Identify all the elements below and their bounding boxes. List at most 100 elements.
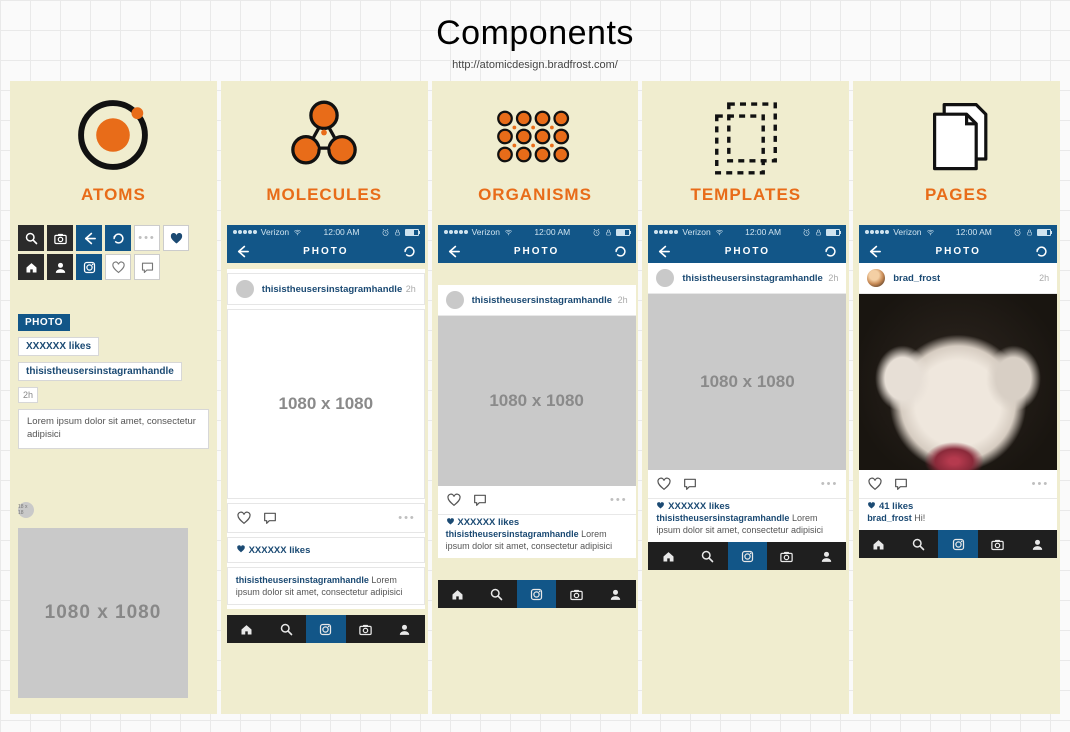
heart-outline-icon[interactable] <box>105 254 131 280</box>
camera-icon[interactable] <box>47 225 73 251</box>
tab-activity[interactable] <box>346 615 386 643</box>
tab-camera[interactable] <box>728 542 768 570</box>
tab-profile[interactable] <box>596 580 636 608</box>
back-icon[interactable] <box>446 244 461 259</box>
post-image-placeholder: 1080 x 1080 <box>648 294 846 470</box>
back-icon[interactable] <box>867 244 882 259</box>
refresh-icon[interactable] <box>402 244 417 259</box>
comment-icon[interactable] <box>472 492 488 508</box>
post-header: brad_frost 2h <box>859 263 1057 294</box>
instagram-icon[interactable] <box>76 254 102 280</box>
phone-mock-molecules: Verizon 12:00 AM PHOTO thisistheusersins… <box>227 225 425 643</box>
battery-icon <box>616 229 630 236</box>
column-title: ORGANISMS <box>478 185 592 205</box>
post-likes[interactable]: XXXXXX likes <box>457 517 519 528</box>
post-username[interactable]: brad_frost <box>893 273 1039 284</box>
tab-search[interactable] <box>266 615 306 643</box>
organisms-icon <box>490 95 580 175</box>
lock-icon <box>604 228 613 237</box>
refresh-icon[interactable] <box>105 225 131 251</box>
more-icon[interactable]: ••• <box>821 478 839 490</box>
user-avatar[interactable] <box>867 269 885 287</box>
post-username[interactable]: thisistheusersinstagramhandle <box>682 273 828 284</box>
like-icon[interactable] <box>236 510 252 526</box>
home-icon[interactable] <box>18 254 44 280</box>
clock-label: 12:00 AM <box>956 227 992 237</box>
like-icon[interactable] <box>867 476 883 492</box>
tab-home[interactable] <box>859 530 899 558</box>
nav-bar: PHOTO <box>438 239 636 263</box>
post-image-placeholder: 1080 x 1080 <box>227 309 425 499</box>
like-icon[interactable] <box>446 492 462 508</box>
tab-profile[interactable] <box>807 542 847 570</box>
post-username[interactable]: thisistheusersinstagramhandle <box>472 295 618 306</box>
more-icon[interactable]: ••• <box>398 512 416 524</box>
tab-activity[interactable] <box>767 542 807 570</box>
back-icon[interactable] <box>235 244 250 259</box>
post-meta: 41 likes brad_frost Hi! <box>859 499 1057 530</box>
tab-camera[interactable] <box>306 615 346 643</box>
clock-label: 12:00 AM <box>745 227 781 237</box>
caption-user[interactable]: thisistheusersinstagramhandle <box>236 575 369 585</box>
user-icon[interactable] <box>47 254 73 280</box>
tab-activity[interactable] <box>978 530 1018 558</box>
caption-user[interactable]: thisistheusersinstagramhandle <box>656 513 789 523</box>
battery-icon <box>405 229 419 236</box>
tab-home[interactable] <box>648 542 688 570</box>
tab-activity[interactable] <box>556 580 596 608</box>
search-icon[interactable] <box>18 225 44 251</box>
tab-search[interactable] <box>688 542 728 570</box>
more-icon[interactable]: ••• <box>610 494 628 506</box>
avatar-placeholder <box>656 269 674 287</box>
comment-icon[interactable] <box>893 476 909 492</box>
refresh-icon[interactable] <box>823 244 838 259</box>
more-icon[interactable]: ••• <box>134 225 160 251</box>
lock-icon <box>814 228 823 237</box>
tab-home[interactable] <box>438 580 478 608</box>
clock-label: 12:00 AM <box>324 227 360 237</box>
comment-user[interactable]: brad_frost <box>867 513 912 523</box>
tab-profile[interactable] <box>1018 530 1058 558</box>
tab-profile[interactable] <box>385 615 425 643</box>
status-bar: Verizon 12:00 AM <box>648 225 846 239</box>
phone-mock-templates: Verizon 12:00 AM PHOTO thisistheusersins… <box>648 225 846 570</box>
post-image[interactable] <box>859 294 1057 470</box>
column-title: PAGES <box>925 185 988 205</box>
heart-fill-icon <box>446 517 455 526</box>
tab-home[interactable] <box>227 615 267 643</box>
post-username[interactable]: thisistheusersinstagramhandle <box>262 284 406 295</box>
comment-icon[interactable] <box>682 476 698 492</box>
avatar-placeholder <box>236 280 254 298</box>
post-likes[interactable]: 41 likes <box>879 501 913 512</box>
tab-camera[interactable] <box>938 530 978 558</box>
tab-bar <box>648 542 846 570</box>
comment-icon[interactable] <box>262 510 278 526</box>
tab-bar <box>438 580 636 608</box>
carrier-label: Verizon <box>682 227 710 237</box>
column-title: ATOMS <box>81 185 146 205</box>
alarm-icon <box>381 228 390 237</box>
caption-user[interactable]: thisistheusersinstagramhandle <box>446 529 579 539</box>
like-icon[interactable] <box>656 476 672 492</box>
alarm-icon <box>1013 228 1022 237</box>
column-templates: TEMPLATES Verizon 12:00 AM PHOTO thisist… <box>642 81 849 714</box>
like-filled-icon[interactable] <box>163 225 189 251</box>
back-icon[interactable] <box>656 244 671 259</box>
tab-camera[interactable] <box>517 580 557 608</box>
templates-icon <box>703 95 789 175</box>
back-icon[interactable] <box>76 225 102 251</box>
comment-icon[interactable] <box>134 254 160 280</box>
post-likes[interactable]: XXXXXX likes <box>668 501 730 512</box>
refresh-icon[interactable] <box>613 244 628 259</box>
lock-icon <box>1025 228 1034 237</box>
tab-search[interactable] <box>477 580 517 608</box>
refresh-icon[interactable] <box>1034 244 1049 259</box>
more-icon[interactable]: ••• <box>1032 478 1050 490</box>
time-chip: 2h <box>18 387 38 403</box>
post-likes[interactable]: XXXXXX likes <box>249 545 311 556</box>
post-time: 2h <box>1039 273 1049 283</box>
tab-search[interactable] <box>899 530 939 558</box>
heart-fill-icon <box>867 501 876 510</box>
status-bar: Verizon 12:00 AM <box>859 225 1057 239</box>
battery-icon <box>826 229 840 236</box>
